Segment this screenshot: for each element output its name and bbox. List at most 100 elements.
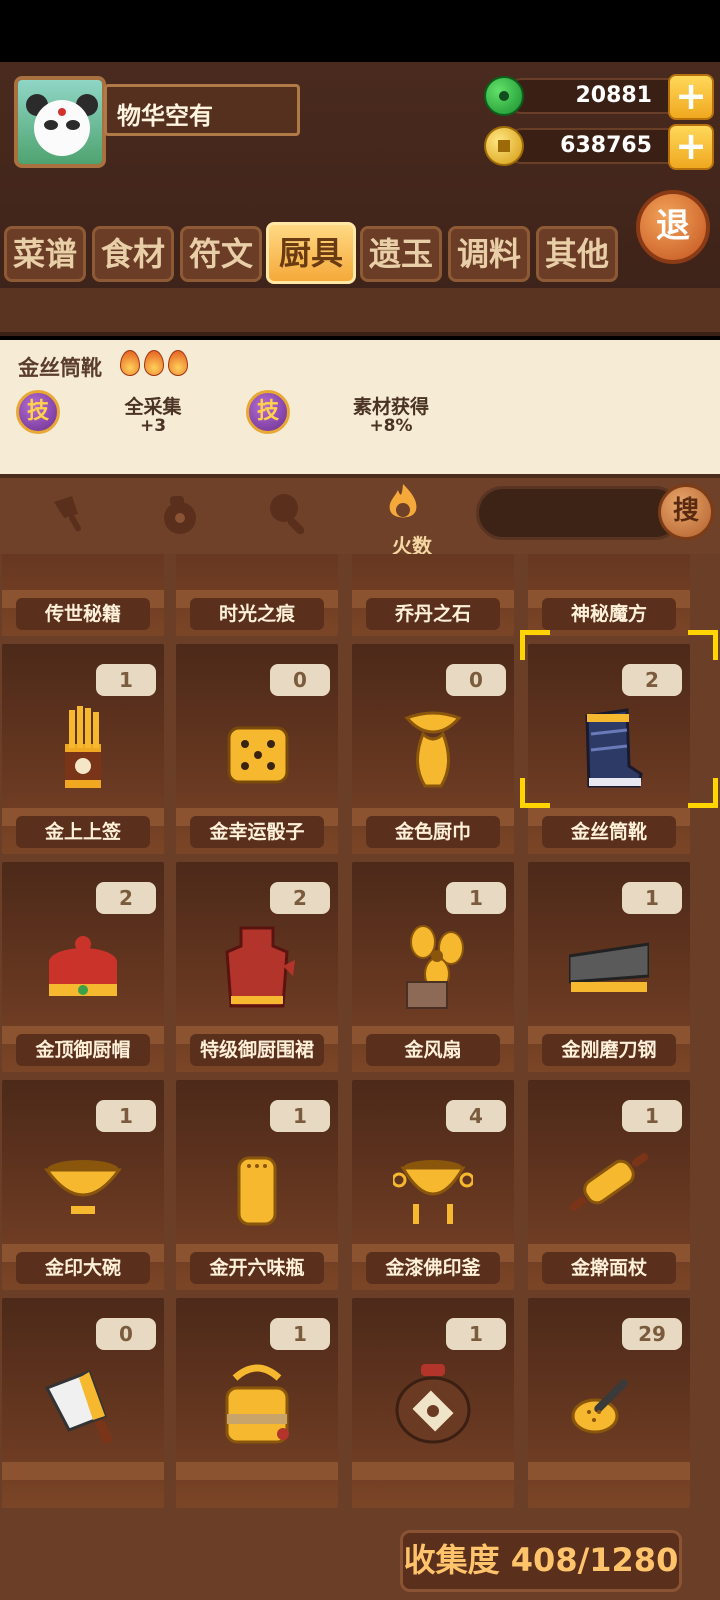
category-tabs: 菜谱 食材 符文 厨具 遗玉 调料 其他	[4, 222, 624, 284]
player-name-box[interactable]: 物华空有	[104, 84, 300, 136]
clay-jar-icon	[395, 1364, 471, 1444]
collection-cell[interactable]: 0	[2, 1298, 164, 1508]
collection-progress: 收集度 408/1280	[400, 1530, 682, 1592]
chef-hat-icon	[49, 936, 117, 996]
collection-cell[interactable]: 2 金顶御厨帽	[2, 862, 164, 1072]
flame-icon	[120, 350, 140, 376]
fortune-sticks-icon	[65, 706, 101, 788]
item-name: 金幸运骰子	[190, 816, 324, 848]
collection-cell[interactable]: 1 金刚磨刀钢	[528, 862, 690, 1072]
item-name: 金色厨巾	[366, 816, 500, 848]
collection-cell[interactable]: 1 金印大碗	[2, 1080, 164, 1290]
collection-cell[interactable]: 1 金开六味瓶	[176, 1080, 338, 1290]
collection-cell[interactable]: 1	[352, 1298, 514, 1508]
flame-icon	[168, 350, 188, 376]
coin-amount: 638765	[560, 133, 652, 158]
skill-name: 素材获得	[352, 396, 429, 418]
ladle-icon	[571, 1379, 628, 1434]
item-count: 1	[270, 1318, 330, 1350]
item-count: 1	[622, 882, 682, 914]
jade-currency-bar: 20881 +	[504, 74, 714, 120]
tab-seasonings[interactable]: 调料	[448, 226, 530, 282]
item-name: 金擀面杖	[542, 1252, 676, 1284]
collection-cell[interactable]: 时光之痕	[176, 554, 338, 636]
skill-name: 全采集	[124, 396, 182, 418]
cleaver-icon	[44, 1370, 113, 1444]
collection-cell[interactable]: 2 特级御厨围裙	[176, 862, 338, 1072]
spice-bottle-icon	[237, 1156, 277, 1226]
collection-cell[interactable]: 1 金擀面杖	[528, 1080, 690, 1290]
skill-icon: 技	[246, 390, 290, 434]
tab-recipes[interactable]: 菜谱	[4, 226, 86, 282]
item-count: 2	[96, 882, 156, 914]
selection-corner	[520, 630, 550, 660]
collection-cell[interactable]: 乔丹之石	[352, 554, 514, 636]
cleaver-filter-icon[interactable]	[48, 490, 94, 536]
add-jade-button[interactable]: +	[668, 74, 714, 120]
status-bar	[0, 0, 720, 62]
collection-cell[interactable]: 0 金色厨巾	[352, 644, 514, 854]
collection-cell[interactable]: 2 金丝筒靴	[528, 644, 690, 854]
item-count: 1	[96, 664, 156, 696]
collection-cell[interactable]: 神秘魔方	[528, 554, 690, 636]
item-count: 1	[622, 1100, 682, 1132]
fire-filter-icon[interactable]	[380, 480, 426, 526]
selection-corner	[688, 630, 718, 660]
player-name: 物华空有	[117, 102, 213, 130]
item-count: 0	[270, 664, 330, 696]
cauldron-icon	[393, 1160, 473, 1224]
collection-cell[interactable]: 1 金风扇	[352, 862, 514, 1072]
utensil-cabinet: 传世秘籍 时光之痕 乔丹之石 神秘魔方 1 金上上签 0 金幸运骰子 0 金色厨…	[0, 554, 720, 1600]
item-name: 特级御厨围裙	[190, 1034, 324, 1066]
search-button[interactable]: 搜	[658, 484, 714, 540]
item-count: 29	[622, 1318, 682, 1350]
skill-icon: 技	[16, 390, 60, 434]
item-name: 金丝筒靴	[542, 816, 676, 848]
avatar-mark	[58, 108, 66, 116]
tab-utensils[interactable]: 厨具	[266, 222, 356, 284]
item-name: 金刚磨刀钢	[542, 1034, 676, 1066]
item-name: 乔丹之石	[366, 598, 500, 630]
lunchbox-icon	[225, 1364, 289, 1444]
dice-icon	[227, 726, 289, 784]
item-name: 金风扇	[366, 1034, 500, 1066]
tab-other[interactable]: 其他	[536, 226, 618, 282]
skill-value: +3	[139, 416, 167, 436]
item-name: 金开六味瓶	[190, 1252, 324, 1284]
item-count: 1	[270, 1100, 330, 1132]
fan-icon	[406, 925, 464, 1009]
collection-cell[interactable]: 29	[528, 1298, 690, 1508]
apron-icon	[225, 926, 295, 1008]
detail-title: 金丝筒靴	[18, 356, 102, 380]
selection-corner	[688, 778, 718, 808]
item-name: 时光之痕	[190, 598, 324, 630]
kitchen-towel-icon	[404, 711, 462, 788]
tab-jade[interactable]: 遗玉	[360, 226, 442, 282]
exit-button[interactable]: 退	[636, 190, 710, 264]
item-name: 神秘魔方	[542, 598, 676, 630]
coin-currency-bar: 638765 +	[504, 124, 714, 170]
collection-cell[interactable]: 传世秘籍	[2, 554, 164, 636]
tab-ingredients[interactable]: 食材	[92, 226, 174, 282]
bowl-icon	[44, 1160, 122, 1214]
item-count: 0	[96, 1318, 156, 1350]
collection-cell[interactable]: 1	[176, 1298, 338, 1508]
bag-filter-icon[interactable]	[156, 490, 202, 536]
cell-shelf	[2, 1462, 164, 1480]
search-input[interactable]	[476, 486, 682, 540]
coin-icon	[484, 126, 524, 166]
tab-runes[interactable]: 符文	[180, 226, 262, 282]
player-avatar[interactable]	[14, 76, 106, 168]
collection-cell[interactable]: 4 金漆佛印釜	[352, 1080, 514, 1290]
item-name: 金上上签	[16, 816, 150, 848]
collection-cell[interactable]: 1 金上上签	[2, 644, 164, 854]
item-count: 2	[270, 882, 330, 914]
add-coins-button[interactable]: +	[668, 124, 714, 170]
item-count: 1	[446, 882, 506, 914]
collection-cell[interactable]: 0 金幸运骰子	[176, 644, 338, 854]
pan-filter-icon[interactable]	[266, 490, 312, 536]
rolling-pin-icon	[569, 1153, 649, 1211]
item-name: 金漆佛印釜	[366, 1252, 500, 1284]
item-count: 0	[446, 664, 506, 696]
avatar-eye	[66, 120, 80, 130]
